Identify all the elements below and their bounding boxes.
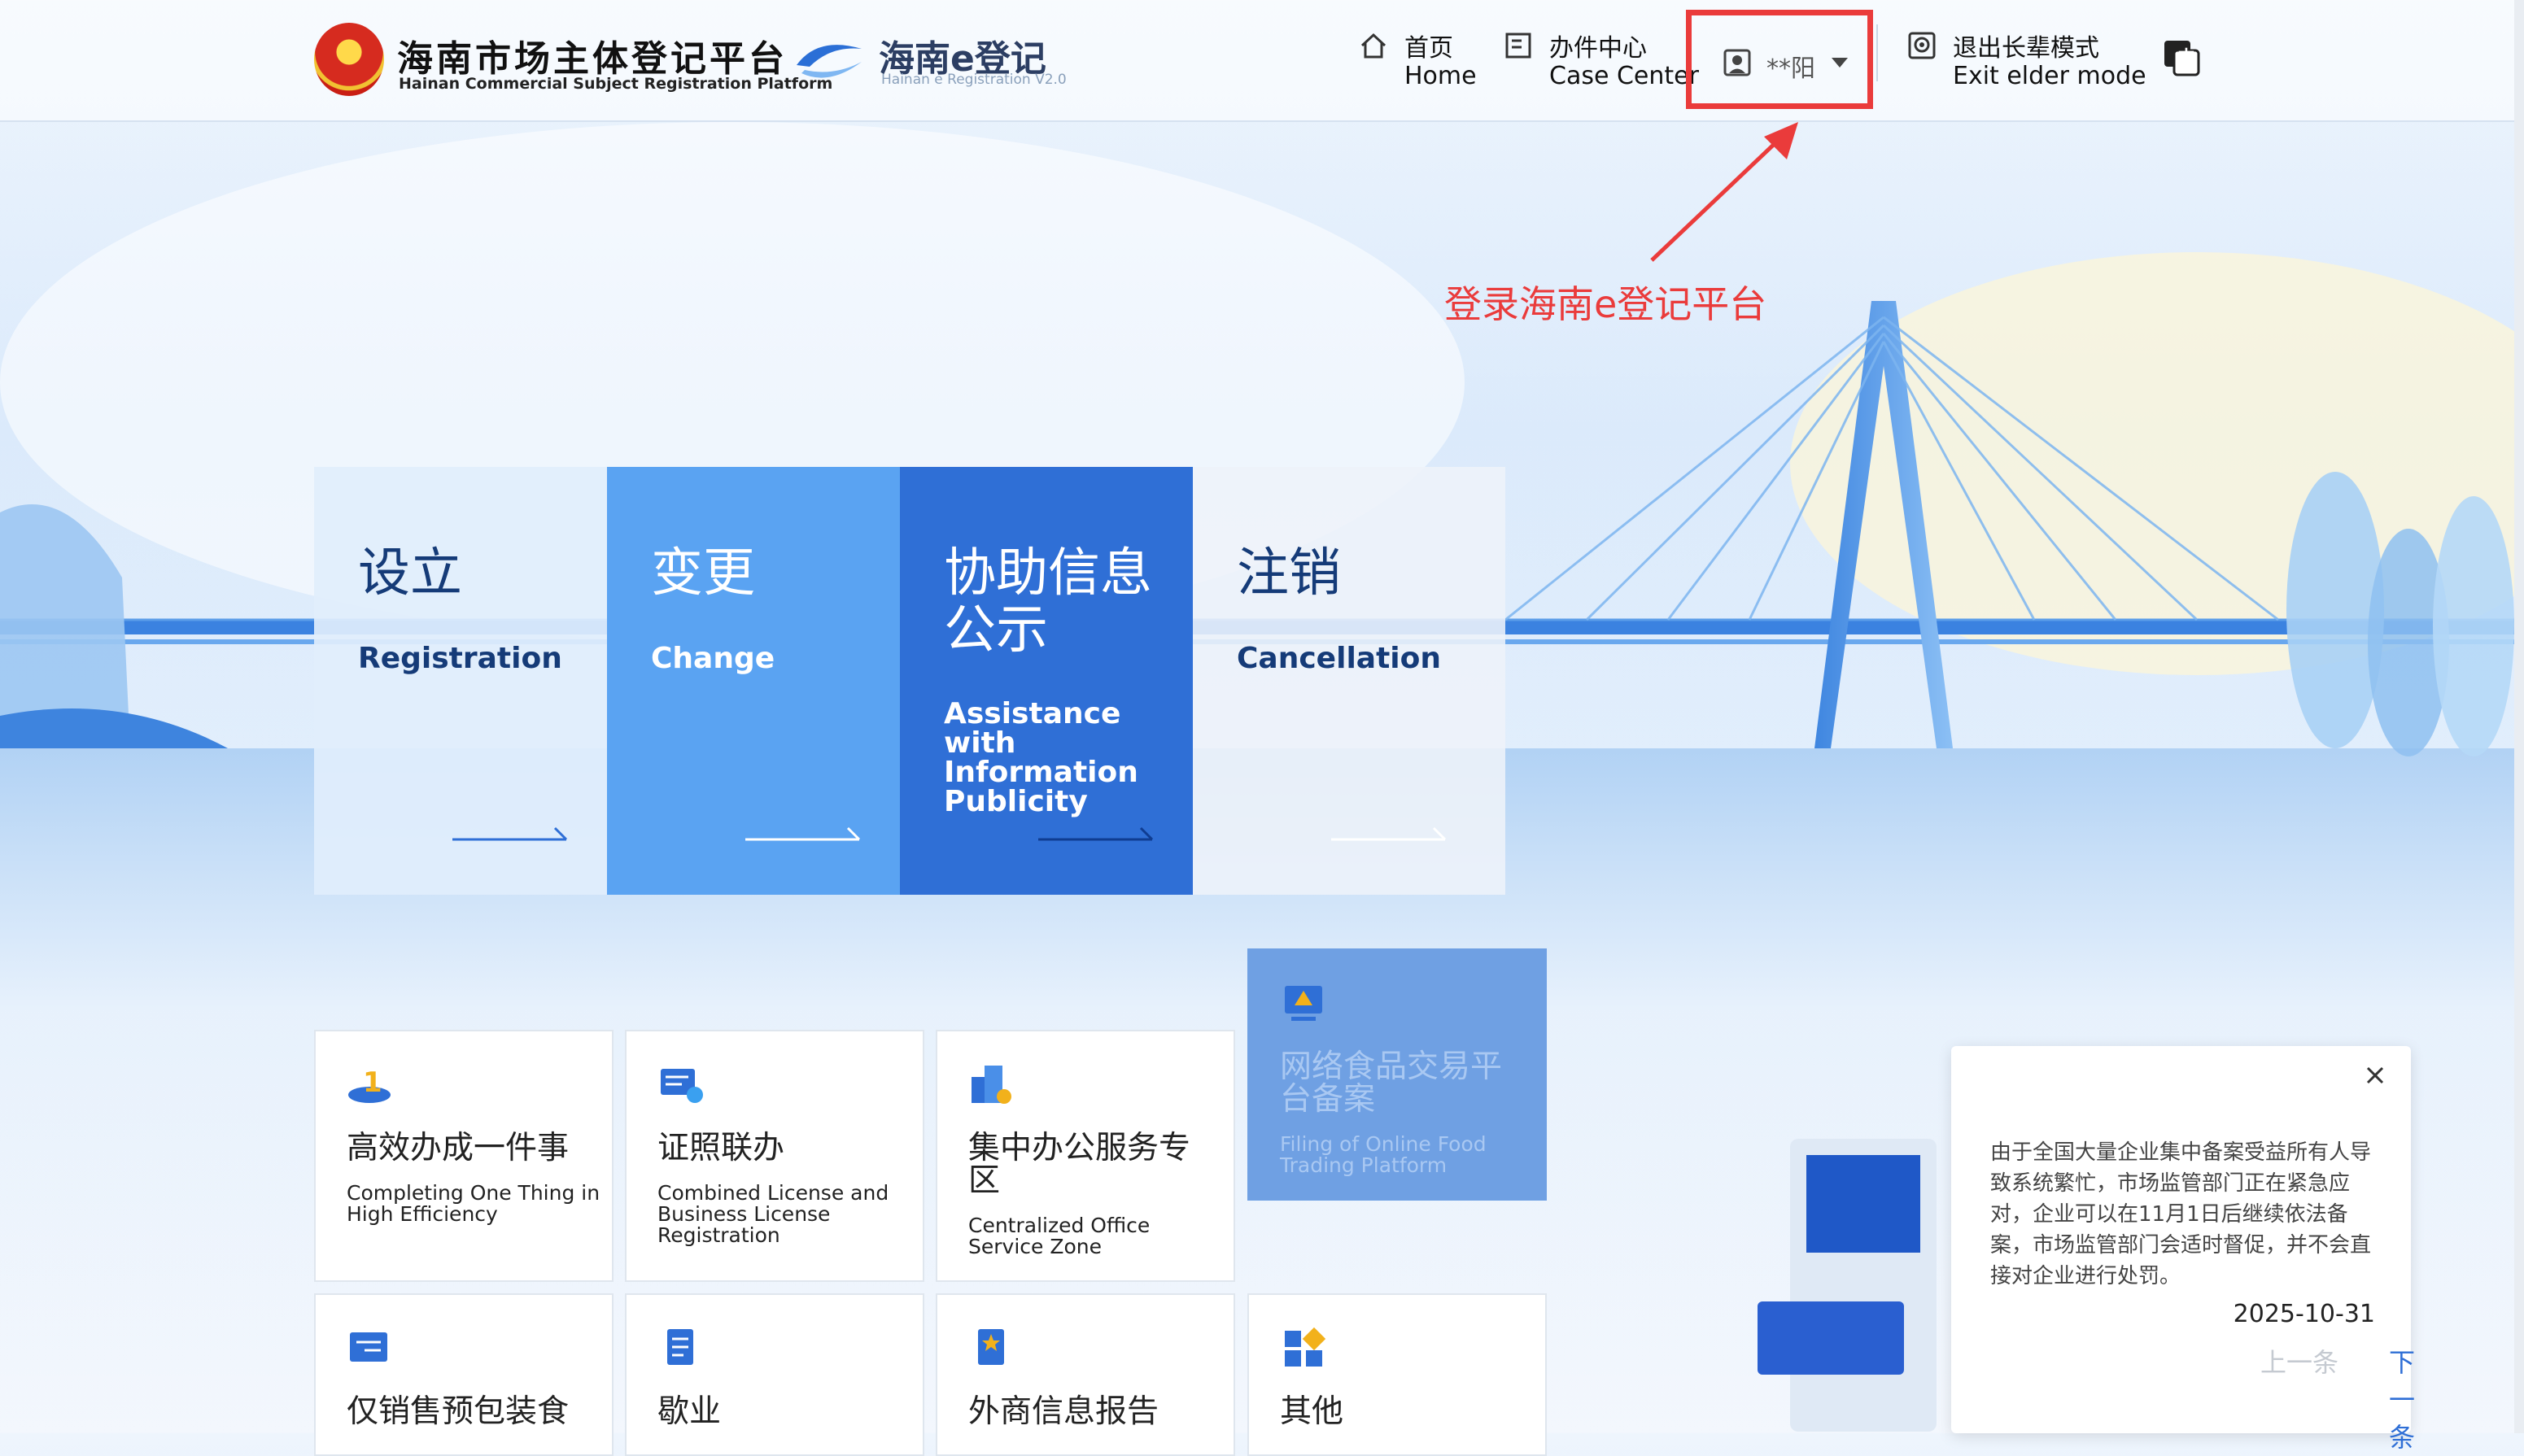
nav-case-center-label-en: Case Center (1549, 62, 1699, 90)
annotation-login-hint: 登录海南e登记平台 (1444, 282, 1767, 326)
tile-centralized-office[interactable]: 集中办公服务专区 Centralized Office Service Zone (936, 1030, 1235, 1282)
tile-online-food-filing[interactable]: 网络食品交易平台备案 Filing of Online Food Trading… (1247, 948, 1547, 1201)
tile-other-title: 其他 (1280, 1393, 1344, 1430)
header-divider (1876, 24, 1878, 81)
efficiency-icon: 1 (348, 1066, 391, 1103)
language-switch-icon[interactable]: 中 (2163, 39, 2200, 76)
category-cancellation[interactable]: 注销 Cancellation (1193, 467, 1505, 895)
tile-packaged-food[interactable]: 仅销售预包装食 (314, 1293, 614, 1456)
other-icon (1285, 1327, 1326, 1367)
svg-text:中: 中 (2177, 48, 2195, 68)
elder-mode-icon (1908, 32, 1936, 59)
tile-combined-license-title: 证照联办 (657, 1130, 785, 1166)
tile-online-food-filing-title: 网络食品交易平台备案 (1280, 1048, 1503, 1118)
nav-home[interactable]: 首页 Home (1359, 26, 1489, 99)
exit-elder-mode-label-en: Exit elder mode (1953, 62, 2146, 90)
category-registration-title: 设立 (358, 543, 462, 604)
category-cancellation-title-en: Cancellation (1237, 642, 1441, 675)
tile-other[interactable]: 其他 (1247, 1293, 1547, 1456)
nav-home-label-en: Home (1404, 62, 1477, 90)
document-icon (1505, 33, 1531, 59)
category-assistance-publicity[interactable]: 协助信息 公示 Assistance with Information Publ… (900, 467, 1193, 895)
tile-centralized-office-title-en: Centralized Office Service Zone (968, 1214, 1151, 1258)
user-avatar-icon (1723, 49, 1751, 76)
office-building-icon (972, 1066, 1011, 1104)
national-emblem-logo (314, 23, 384, 96)
tile-packaged-food-title: 仅销售预包装食 (347, 1393, 570, 1430)
nav-home-label: 首页 (1404, 34, 1453, 63)
arrow-right-icon (745, 826, 861, 841)
platform-name-en: Hainan Commercial Subject Registration P… (399, 75, 833, 93)
nav-case-center-label: 办件中心 (1549, 34, 1647, 63)
nav-case-center[interactable]: 办件中心 Case Center (1504, 26, 1699, 99)
arrow-right-icon (1038, 826, 1154, 841)
license-icon (661, 1069, 703, 1103)
category-registration-title-en: Registration (358, 642, 562, 675)
top-header: 海南市场主体登记平台 Hainan Commercial Subject Reg… (0, 0, 2514, 122)
suspension-icon (667, 1329, 693, 1365)
e-registration-version: Hainan e Registration V2.0 (881, 72, 1067, 88)
category-change[interactable]: 变更 Change (607, 467, 900, 895)
exit-elder-mode-button[interactable]: 退出长辈模式 Exit elder mode (1907, 26, 2146, 99)
tile-suspension-title: 歇业 (657, 1393, 722, 1430)
tile-suspension[interactable]: 歇业 (625, 1293, 924, 1456)
tile-combined-license[interactable]: 证照联办 Combined License and Business Licen… (625, 1030, 924, 1282)
tile-foreign-report[interactable]: 外商信息报告 (936, 1293, 1235, 1456)
category-change-title: 变更 (651, 543, 755, 604)
packaged-food-icon (350, 1332, 387, 1362)
tile-combined-license-title-en: Combined License and Business License Re… (657, 1181, 889, 1247)
tile-high-efficiency-title: 高效办成一件事 (347, 1130, 570, 1166)
tile-high-efficiency[interactable]: 1 高效办成一件事 Completing One Thing in High E… (314, 1030, 614, 1282)
chevron-down-icon (1832, 58, 1848, 68)
tile-online-food-filing-title-en: Filing of Online Food Trading Platform (1280, 1132, 1487, 1177)
page-scrollbar[interactable] (2514, 0, 2524, 1433)
notice-date: 2025-10-31 (2233, 1300, 2375, 1328)
tile-centralized-office-title: 集中办公服务专区 (968, 1130, 1191, 1199)
user-name: **阳 (1766, 54, 1815, 83)
tile-high-efficiency-title-en: Completing One Thing in High Efficiency (347, 1181, 600, 1226)
category-assistance-title: 协助信息 公示 (944, 543, 1152, 660)
user-account-menu[interactable]: **阳 (1686, 10, 1873, 109)
category-assistance-title-en: Assistance with Information Publicity (944, 697, 1138, 818)
notice-prev-button[interactable]: 上一条 (2260, 1342, 2338, 1380)
exit-elder-mode-label: 退出长辈模式 (1953, 34, 2099, 63)
platform-name: 海南市场主体登记平台 (397, 38, 788, 80)
tile-foreign-report-title: 外商信息报告 (968, 1393, 1159, 1430)
annotation-arrow (1650, 122, 1798, 262)
close-icon[interactable] (2360, 1061, 2390, 1090)
home-icon (1360, 33, 1386, 59)
foreign-report-icon (978, 1329, 1004, 1365)
arrow-right-icon (1331, 826, 1447, 841)
svg-text:1: 1 (363, 1066, 382, 1099)
food-platform-icon (1285, 986, 1322, 1021)
notice-next-button[interactable]: 下一条 (2389, 1342, 2415, 1454)
category-cancellation-title: 注销 (1237, 543, 1341, 604)
category-registration[interactable]: 设立 Registration (314, 467, 607, 895)
e-registration-logo (797, 45, 862, 78)
category-change-title-en: Change (651, 642, 775, 675)
notice-body: 由于全国大量企业集中备案受益所有人导致系统繁忙，市场监管部门正在紧急应对，企业可… (1990, 1140, 2372, 1288)
arrow-right-icon (452, 826, 568, 841)
notice-popup: 由于全国大量企业集中备案受益所有人导致系统繁忙，市场监管部门正在紧急应对，企业可… (1951, 1046, 2415, 1453)
